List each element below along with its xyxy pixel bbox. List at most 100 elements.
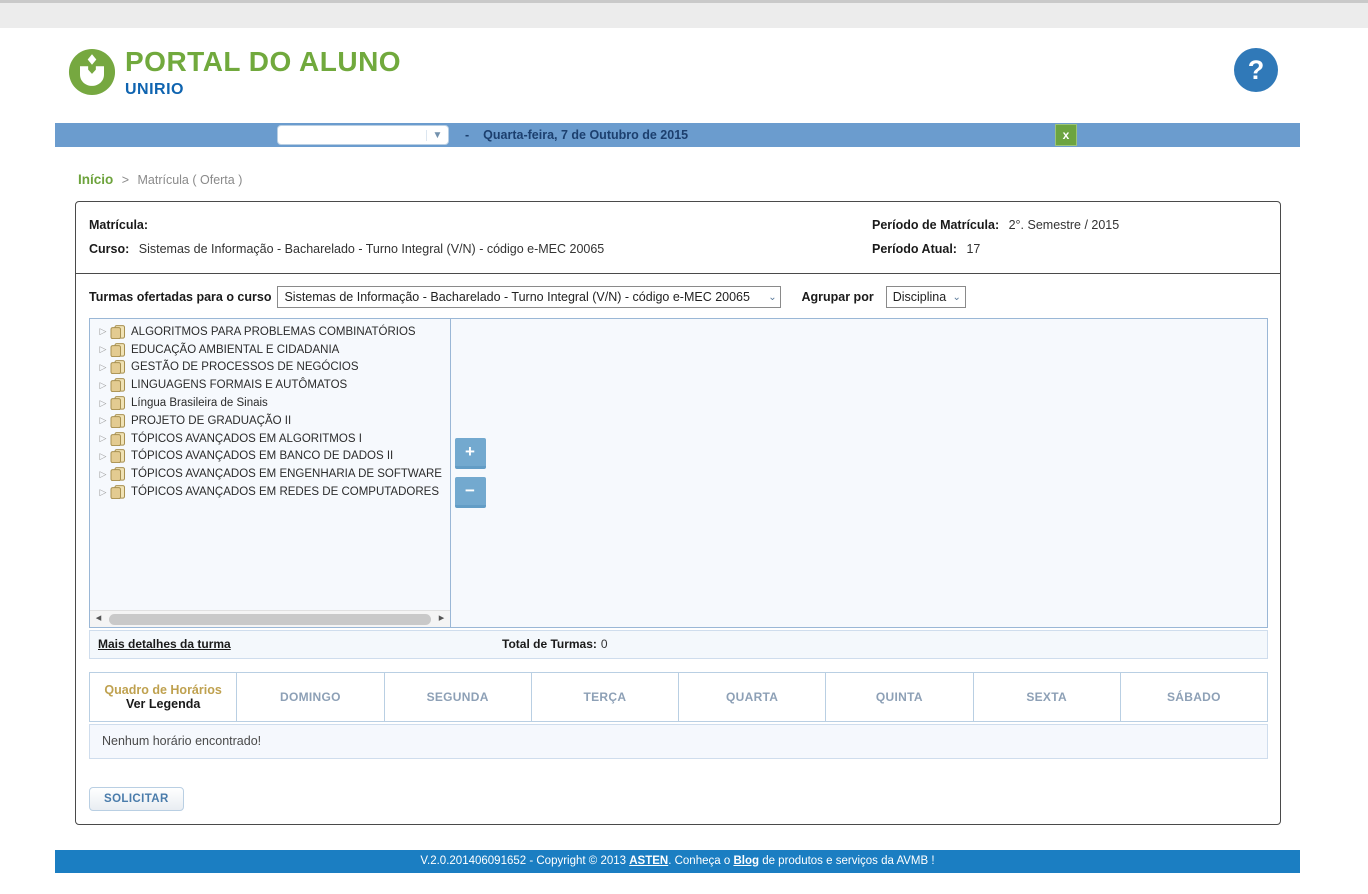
expand-arrow-icon[interactable]: ▷ — [96, 362, 110, 373]
footer: V.2.0.201406091652 - Copyright © 2013 AS… — [55, 850, 1300, 873]
tree-item-label: EDUCAÇÃO AMBIENTAL E CIDADANIA — [131, 344, 339, 356]
tree-item[interactable]: ▷ EDUCAÇÃO AMBIENTAL E CIDADANIA — [96, 341, 450, 359]
periodo-atual-value: 17 — [966, 242, 980, 256]
tree-item-label: TÓPICOS AVANÇADOS EM ENGENHARIA DE SOFTW… — [131, 468, 442, 480]
folder-icon — [110, 485, 126, 499]
day-label: SEXTA — [1026, 690, 1067, 704]
tree-item[interactable]: ▷ TÓPICOS AVANÇADOS EM BANCO DE DADOS II — [96, 448, 450, 466]
expand-arrow-icon[interactable]: ▷ — [96, 398, 110, 409]
day-header-cell: TERÇA — [532, 673, 679, 721]
horizontal-scrollbar[interactable]: ◂ ▸ — [90, 610, 450, 627]
curso-value: Sistemas de Informação - Bacharelado - T… — [139, 242, 605, 256]
scroll-left-icon[interactable]: ◂ — [90, 611, 107, 628]
date-text: Quarta-feira, 7 de Outubro de 2015 — [483, 128, 688, 142]
expand-arrow-icon[interactable]: ▷ — [96, 326, 110, 337]
expand-arrow-icon[interactable]: ▷ — [96, 469, 110, 480]
day-header-cell: SEXTA — [974, 673, 1121, 721]
help-icon[interactable]: ? — [1234, 48, 1278, 92]
page-subtitle: UNIRIO — [125, 81, 401, 99]
expand-arrow-icon[interactable]: ▷ — [96, 487, 110, 498]
day-header-cell: SEGUNDA — [385, 673, 532, 721]
tree-item-label: TÓPICOS AVANÇADOS EM BANCO DE DADOS II — [131, 450, 393, 462]
tree-item[interactable]: ▷ TÓPICOS AVANÇADOS EM ALGORITMOS I — [96, 430, 450, 448]
tree-item[interactable]: ▷ TÓPICOS AVANÇADOS EM REDES DE COMPUTAD… — [96, 483, 450, 501]
tree-item-label: PROJETO DE GRADUAÇÃO II — [131, 415, 291, 427]
blog-link[interactable]: Blog — [733, 855, 759, 867]
folder-icon — [110, 325, 126, 339]
summary-row: Mais detalhes da turma Total de Turmas:0 — [89, 630, 1268, 659]
day-label: SEGUNDA — [427, 690, 489, 704]
expand-arrow-icon[interactable]: ▷ — [96, 380, 110, 391]
expand-arrow-icon[interactable]: ▷ — [96, 451, 110, 462]
breadcrumb: Início > Matrícula ( Oferta ) — [55, 147, 1300, 201]
scroll-right-icon[interactable]: ▸ — [433, 611, 450, 628]
class-details-link[interactable]: Mais detalhes da turma — [98, 637, 231, 651]
matricula-label: Matrícula: — [89, 218, 148, 232]
page-card: PORTAL DO ALUNO UNIRIO ? ▼ -Quarta-feira… — [55, 28, 1300, 873]
day-header-cell: DOMINGO — [237, 673, 384, 721]
course-tree: ▷ ALGORITMOS PARA PROBLEMAS COMBINATÓRIO… — [90, 319, 450, 501]
folder-icon — [110, 432, 126, 446]
tree-item-label: Língua Brasileira de Sinais — [131, 397, 268, 409]
tree-item[interactable]: ▷ Língua Brasileira de Sinais — [96, 394, 450, 412]
agrupar-por-label: Agrupar por — [801, 290, 873, 304]
main-panel: Matrícula: Curso: Sistemas de Informação… — [75, 201, 1281, 825]
course-select-value: Sistemas de Informação - Bacharelado - T… — [278, 290, 764, 304]
day-label: SÁBADO — [1167, 690, 1221, 704]
asten-link[interactable]: ASTEN — [629, 855, 668, 867]
transfer-buttons-column: + − — [451, 318, 489, 628]
offered-courses-tree-panel: ▷ ALGORITMOS PARA PROBLEMAS COMBINATÓRIO… — [89, 318, 451, 628]
expand-arrow-icon[interactable]: ▷ — [96, 415, 110, 426]
topbar: ▼ -Quarta-feira, 7 de Outubro de 2015 x — [55, 123, 1300, 147]
tree-item[interactable]: ▷ TÓPICOS AVANÇADOS EM ENGENHARIA DE SOF… — [96, 465, 450, 483]
schedule-corner-cell: Quadro de Horários Ver Legenda — [90, 673, 237, 721]
add-course-button[interactable]: + — [455, 438, 486, 469]
folder-icon — [110, 343, 126, 357]
group-by-select-value: Disciplina — [887, 290, 949, 304]
tree-item[interactable]: ▷ ALGORITMOS PARA PROBLEMAS COMBINATÓRIO… — [96, 323, 450, 341]
ver-legenda-link[interactable]: Ver Legenda — [126, 697, 200, 711]
date-display: -Quarta-feira, 7 de Outubro de 2015 — [465, 123, 688, 147]
chevron-down-icon: ⌄ — [764, 292, 780, 303]
breadcrumb-home-link[interactable]: Início — [78, 172, 113, 187]
expand-arrow-icon[interactable]: ▷ — [96, 433, 110, 444]
tree-item[interactable]: ▷ GESTÃO DE PROCESSOS DE NEGÓCIOS — [96, 359, 450, 377]
remove-course-button[interactable]: − — [455, 477, 486, 508]
tree-item-label: TÓPICOS AVANÇADOS EM ALGORITMOS I — [131, 433, 362, 445]
periodo-atual-label: Período Atual: — [872, 242, 957, 256]
chevron-down-icon: ▼ — [426, 130, 448, 141]
scrollbar-thumb[interactable] — [109, 614, 431, 625]
solicitar-button[interactable]: SOLICITAR — [89, 787, 184, 811]
breadcrumb-current: Matrícula ( Oferta ) — [137, 173, 242, 187]
filters-row: Turmas ofertadas para o curso Sistemas d… — [76, 274, 1280, 317]
curso-label: Curso: — [89, 242, 129, 256]
chevron-down-icon: ⌄ — [949, 292, 965, 303]
context-select[interactable]: ▼ — [277, 125, 449, 145]
breadcrumb-separator: > — [122, 173, 129, 187]
course-select[interactable]: Sistemas de Informação - Bacharelado - T… — [277, 286, 781, 308]
schedule-header-table: Quadro de Horários Ver Legenda DOMINGO S… — [89, 672, 1268, 722]
matricula-row: Matrícula: — [89, 213, 872, 237]
selected-courses-panel — [489, 318, 1268, 628]
enrollment-info-section: Matrícula: Curso: Sistemas de Informação… — [76, 202, 1280, 274]
tree-item-label: ALGORITMOS PARA PROBLEMAS COMBINATÓRIOS — [131, 326, 416, 338]
group-by-select[interactable]: Disciplina ⌄ — [886, 286, 966, 308]
expand-arrow-icon[interactable]: ▷ — [96, 344, 110, 355]
quadro-horarios-title: Quadro de Horários — [104, 683, 221, 697]
browser-chrome-strip — [0, 0, 1368, 28]
schedule-empty-message: Nenhum horário encontrado! — [89, 724, 1268, 759]
periodo-matricula-value: 2°. Semestre / 2015 — [1009, 218, 1120, 232]
turmas-ofertadas-label: Turmas ofertadas para o curso — [89, 290, 271, 304]
tree-item[interactable]: ▷ LINGUAGENS FORMAIS E AUTÔMATOS — [96, 376, 450, 394]
date-dash: - — [465, 128, 469, 142]
folder-icon — [110, 467, 126, 481]
periodo-matricula-row: Período de Matrícula: 2°. Semestre / 201… — [872, 213, 1264, 237]
total-turmas: Total de Turmas:0 — [502, 637, 608, 651]
tree-item-label: LINGUAGENS FORMAIS E AUTÔMATOS — [131, 379, 347, 391]
close-icon[interactable]: x — [1055, 124, 1077, 146]
footer-version: V.2.0.201406091652 - Copyright © 2013 — [420, 855, 629, 867]
tree-item[interactable]: ▷ PROJETO DE GRADUAÇÃO II — [96, 412, 450, 430]
periodo-matricula-label: Período de Matrícula: — [872, 218, 999, 232]
day-header-cell: SÁBADO — [1121, 673, 1267, 721]
tree-region: ▷ ALGORITMOS PARA PROBLEMAS COMBINATÓRIO… — [89, 318, 1268, 628]
